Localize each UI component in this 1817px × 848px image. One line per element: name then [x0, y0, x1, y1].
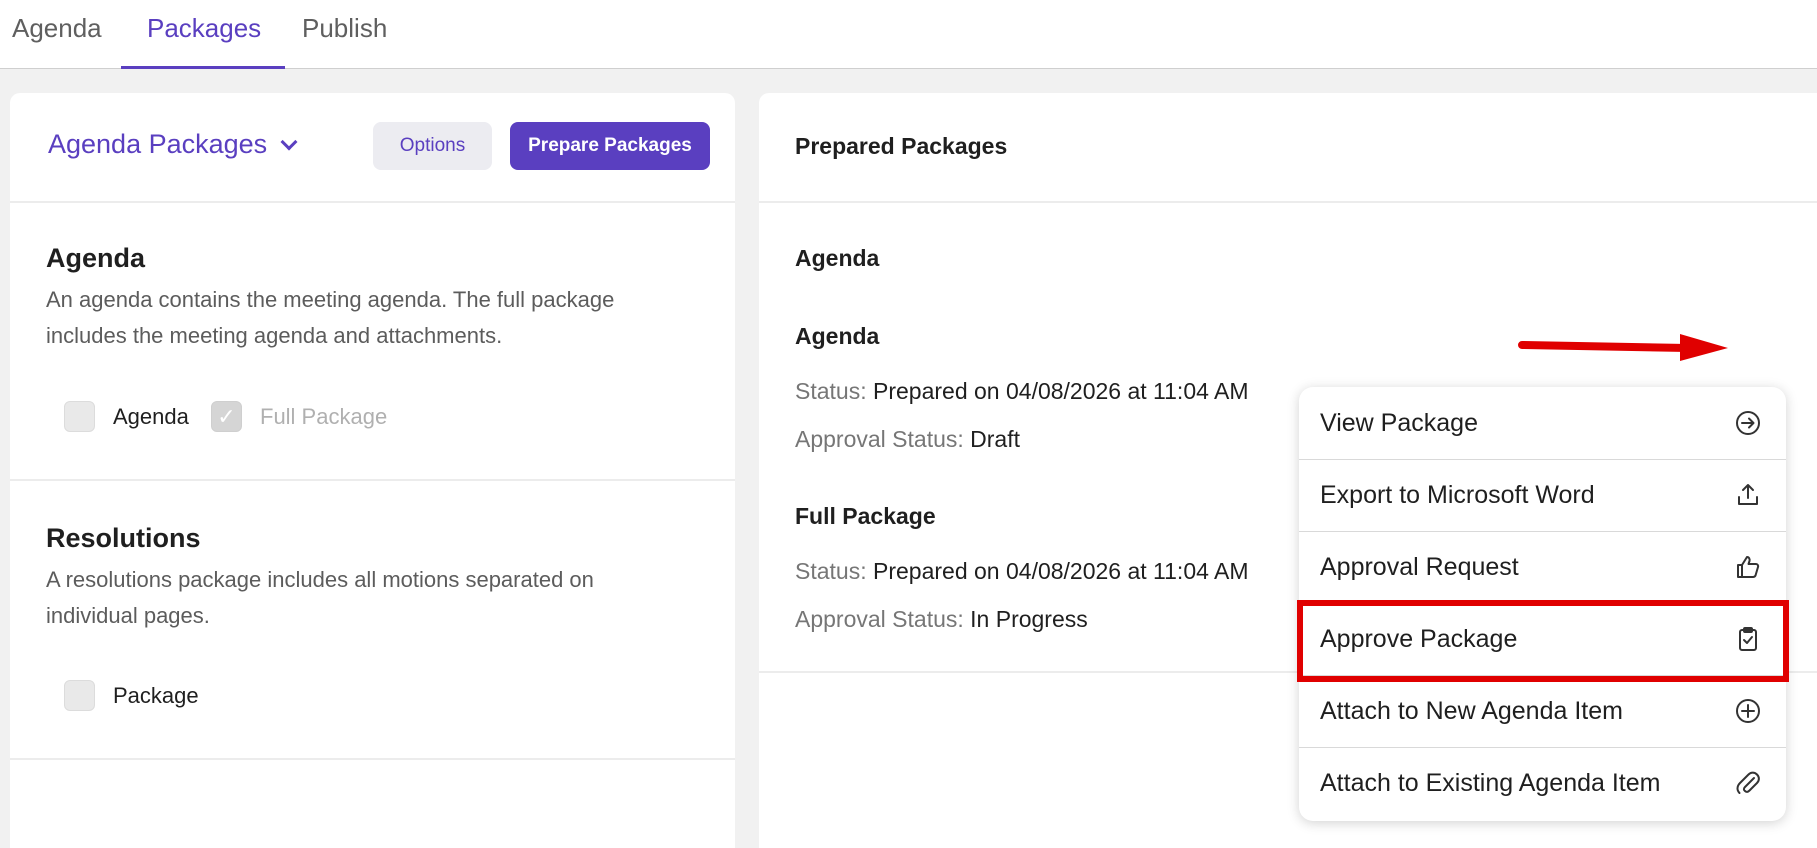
- arrow-circle-right-icon: [1736, 411, 1760, 435]
- status-value: Prepared on 04/08/2026 at 11:04 AM: [873, 558, 1249, 584]
- agenda-checkbox-label: Agenda: [113, 403, 189, 429]
- agenda-checkbox[interactable]: [64, 401, 95, 432]
- tab-bar: Agenda Packages Publish: [0, 0, 1817, 69]
- section-description-resolutions: A resolutions package includes all motio…: [46, 567, 594, 628]
- resolutions-package-checkbox-row: Package: [64, 680, 199, 711]
- approval-label: Approval Status:: [795, 426, 964, 452]
- annotation-arrow-icon: [1518, 334, 1728, 361]
- tab-publish[interactable]: Publish: [302, 0, 387, 69]
- menu-item-approve-package[interactable]: Approve Package: [1299, 603, 1786, 675]
- package-name: Agenda: [795, 323, 880, 349]
- divider: [10, 758, 735, 760]
- full-package-checkbox[interactable]: ✓: [211, 401, 242, 432]
- upload-icon: [1738, 484, 1758, 505]
- package-status: Status: Prepared on 04/08/2026 at 11:04 …: [795, 378, 1249, 405]
- paperclip-icon: [1736, 771, 1760, 794]
- menu-item-label: Approval Request: [1320, 552, 1519, 581]
- resolutions-package-checkbox[interactable]: [64, 680, 95, 711]
- section-description-agenda: An agenda contains the meeting agenda. T…: [46, 287, 615, 348]
- section-title-resolutions: Resolutions: [46, 523, 201, 553]
- section-title-agenda: Agenda: [46, 243, 146, 273]
- tab-packages[interactable]: Packages: [120, 0, 286, 69]
- resolutions-package-checkbox-label: Package: [113, 682, 199, 708]
- options-button[interactable]: Options: [373, 122, 492, 170]
- approval-value: In Progress: [970, 606, 1088, 632]
- package-approval-status: Approval Status: Draft: [795, 426, 1020, 453]
- prepare-packages-button[interactable]: Prepare Packages: [510, 122, 710, 170]
- menu-item-label: Export to Microsoft Word: [1320, 480, 1595, 509]
- status-label: Status:: [795, 378, 867, 404]
- menu-item-attach-new[interactable]: Attach to New Agenda Item: [1299, 675, 1786, 747]
- approval-value: Draft: [970, 426, 1020, 452]
- status-label: Status:: [795, 558, 867, 584]
- divider: [10, 479, 735, 481]
- status-value: Prepared on 04/08/2026 at 11:04 AM: [873, 378, 1249, 404]
- panel-title: Prepared Packages: [795, 133, 1008, 159]
- package-type-dropdown[interactable]: Agenda Packages: [48, 129, 298, 160]
- menu-item-label: Attach to Existing Agenda Item: [1320, 768, 1661, 797]
- chevron-down-icon: [280, 133, 298, 150]
- plus-circle-icon: [1736, 699, 1760, 723]
- menu-item-approval-request[interactable]: Approval Request: [1299, 531, 1786, 603]
- clipboard-check-icon: [1739, 627, 1757, 651]
- divider: [10, 201, 735, 203]
- package-status: Status: Prepared on 04/08/2026 at 11:04 …: [795, 558, 1249, 585]
- package-name: Full Package: [795, 503, 936, 529]
- menu-item-label: Approve Package: [1320, 624, 1518, 653]
- menu-item-attach-existing[interactable]: Attach to Existing Agenda Item: [1299, 747, 1786, 819]
- group-title: Agenda: [795, 245, 880, 271]
- approval-label: Approval Status:: [795, 606, 964, 632]
- agenda-packages-panel: Agenda Packages Options Prepare Packages…: [10, 93, 735, 848]
- divider: [759, 201, 1817, 203]
- package-type-label: Agenda Packages: [48, 129, 268, 159]
- package-context-menu: View Package Export to Microsoft Word Ap…: [1299, 387, 1786, 821]
- menu-item-label: Attach to New Agenda Item: [1320, 696, 1623, 725]
- agenda-checkbox-row: Agenda: [64, 401, 189, 432]
- menu-item-label: View Package: [1320, 408, 1478, 437]
- menu-item-export-word[interactable]: Export to Microsoft Word: [1299, 459, 1786, 531]
- full-package-checkbox-label: Full Package: [260, 403, 388, 429]
- tab-agenda[interactable]: Agenda: [12, 0, 102, 69]
- menu-item-view-package[interactable]: View Package: [1299, 387, 1786, 459]
- thumbs-up-icon: [1737, 556, 1760, 578]
- full-package-checkbox-row: ✓ Full Package: [211, 401, 387, 432]
- package-approval-status: Approval Status: In Progress: [795, 606, 1088, 633]
